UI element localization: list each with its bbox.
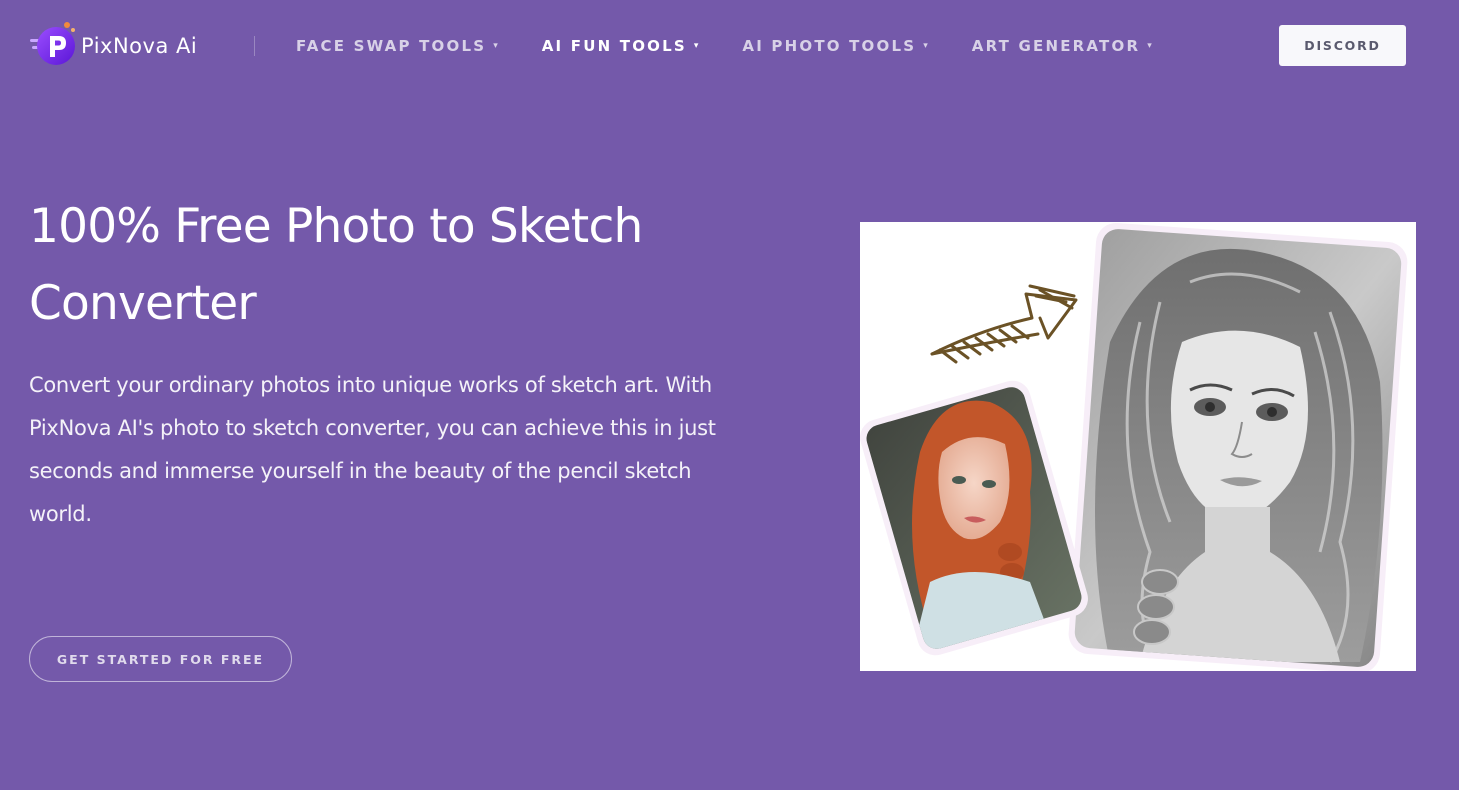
main-nav: FACE SWAP TOOLS ▾ AI FUN TOOLS ▾ AI PHOT…: [296, 0, 1196, 92]
caret-down-icon: ▾: [1147, 41, 1152, 51]
logo-wordmark: PixNova Ai: [81, 34, 198, 58]
nav-label: ART GENERATOR: [971, 37, 1141, 55]
nav-item-art-generator[interactable]: ART GENERATOR ▾: [972, 37, 1152, 55]
discord-button[interactable]: DISCORD: [1279, 25, 1406, 66]
nav-item-face-swap-tools[interactable]: FACE SWAP TOOLS ▾: [296, 37, 498, 55]
pixnova-logo-icon: [29, 19, 79, 69]
get-started-button[interactable]: GET STARTED FOR FREE: [29, 636, 292, 682]
arrow-right-icon: [930, 284, 1078, 364]
caret-down-icon: ▾: [493, 41, 498, 51]
sketch-result-image: [1068, 222, 1408, 671]
header-divider: [254, 36, 255, 56]
hero-illustration: [860, 222, 1416, 671]
caret-down-icon: ▾: [923, 41, 928, 51]
hero-description: Convert your ordinary photos into unique…: [29, 373, 716, 526]
nav-item-ai-photo-tools[interactable]: AI PHOTO TOOLS ▾: [742, 37, 927, 55]
pixnova-logo[interactable]: PixNova Ai: [29, 18, 197, 70]
page-title: 100% Free Photo to Sketch Converter: [29, 199, 643, 331]
logo-suffix: Ai: [176, 34, 198, 58]
nav-label: AI FUN TOOLS: [541, 37, 687, 55]
site-header: PixNova Ai FACE SWAP TOOLS ▾ AI FUN TOOL…: [0, 0, 1459, 92]
caret-down-icon: ▾: [693, 41, 699, 51]
nav-label: AI PHOTO TOOLS: [742, 37, 917, 55]
nav-label: FACE SWAP TOOLS: [296, 37, 487, 55]
nav-item-ai-fun-tools[interactable]: AI FUN TOOLS ▾: [542, 37, 699, 55]
original-photo-image: [860, 380, 1088, 656]
